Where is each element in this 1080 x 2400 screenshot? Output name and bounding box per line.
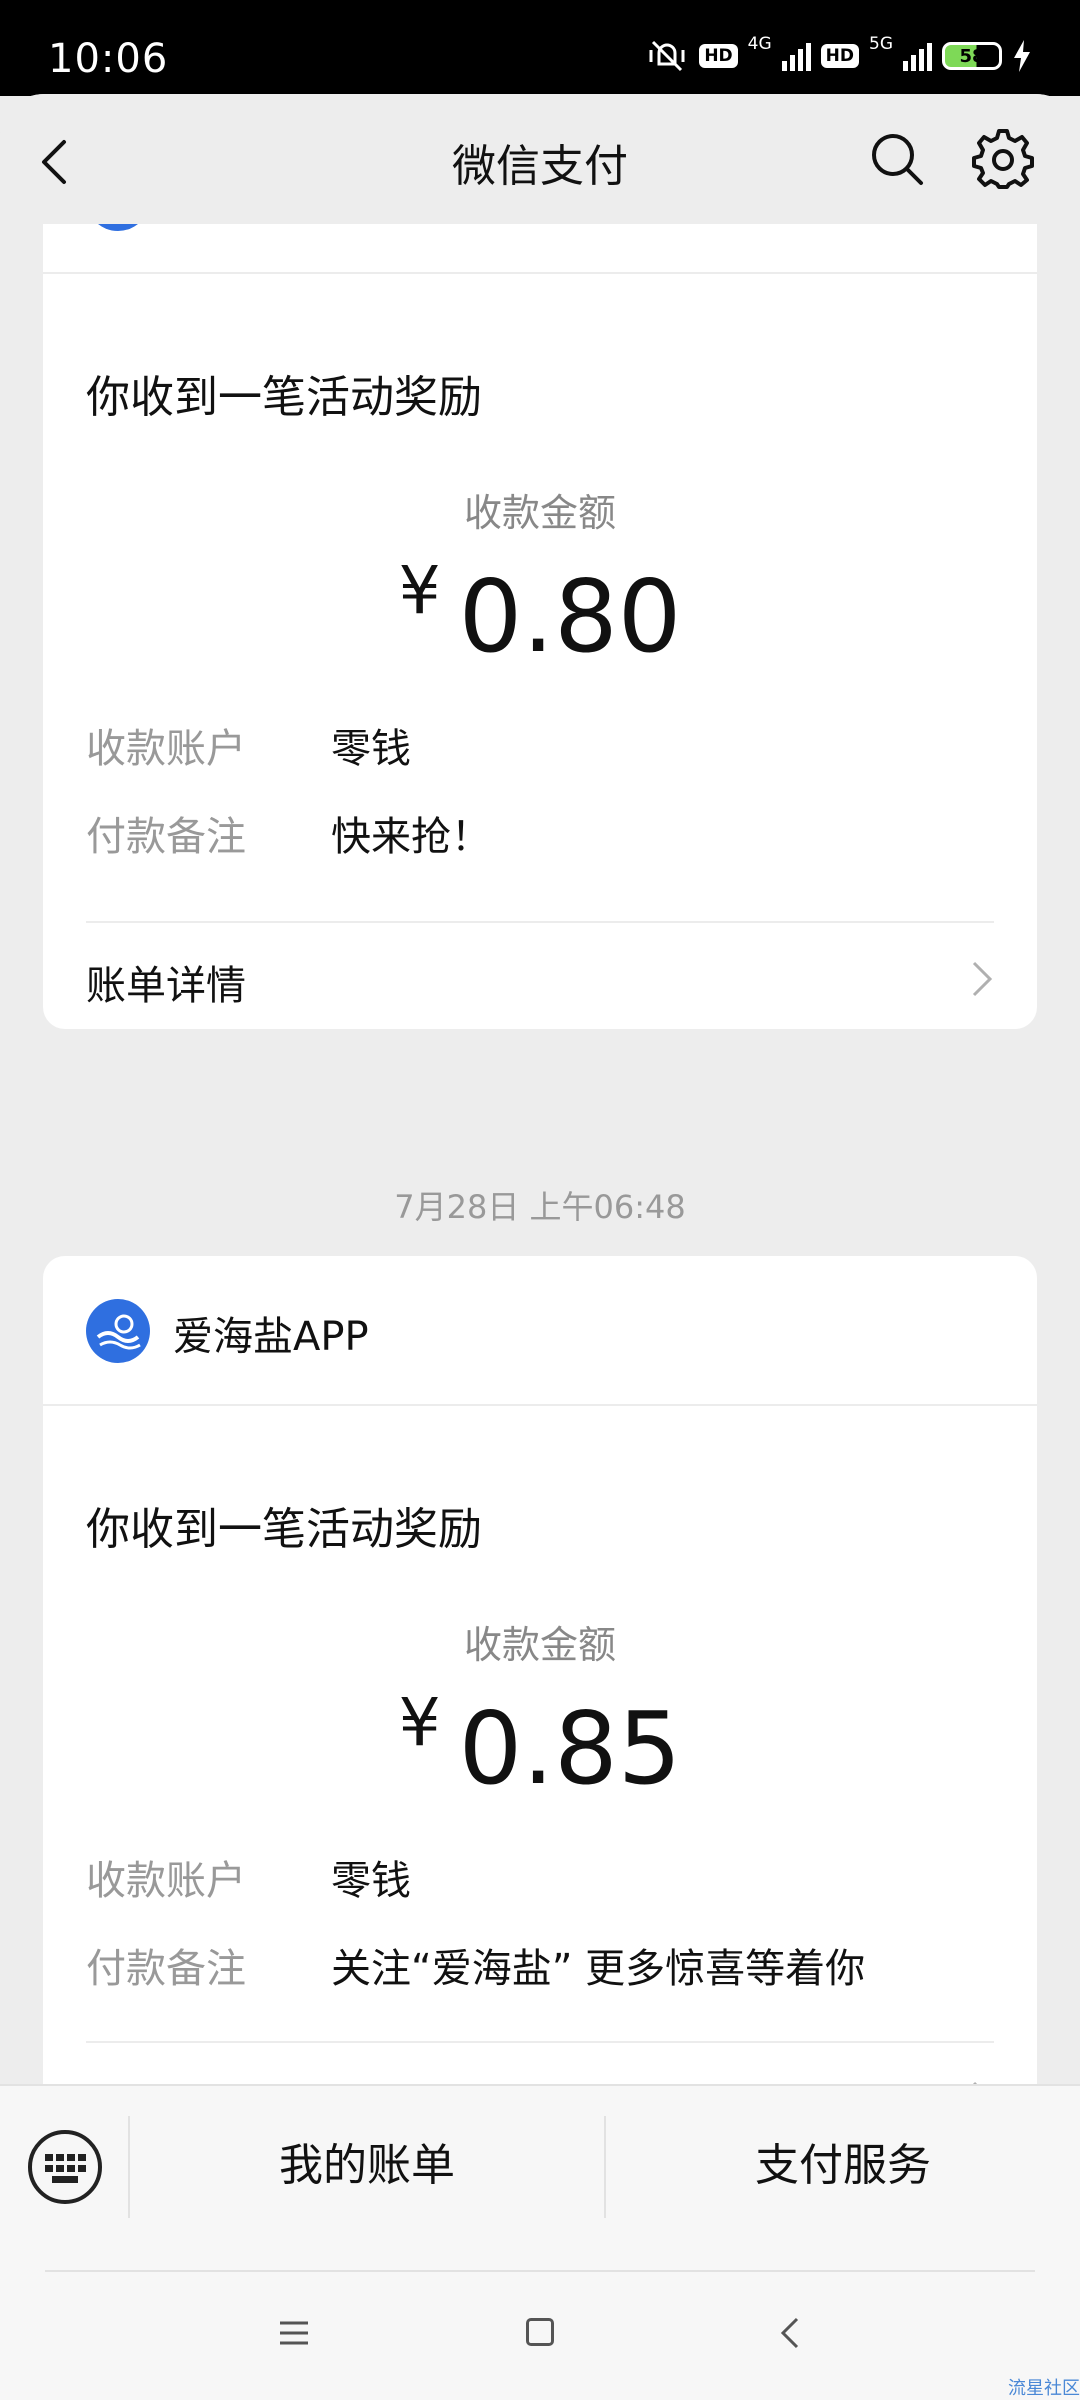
- card-message: 你收到一笔活动奖励: [86, 372, 482, 423]
- account-row: 收款账户 零钱: [86, 1848, 411, 1906]
- my-bills-button[interactable]: 我的账单: [130, 2086, 604, 2246]
- nav-bar: 微信支付: [0, 94, 1080, 224]
- account-value: 零钱: [331, 726, 411, 772]
- search-icon[interactable]: [868, 130, 926, 188]
- watermark-text: 流星社区: [1008, 2378, 1080, 2399]
- status-time: 10:06: [48, 36, 169, 82]
- pay-services-button[interactable]: 支付服务: [606, 2086, 1080, 2246]
- time-separator: 7月28日 上午06:48: [394, 1188, 686, 1226]
- account-key: 收款账户: [86, 1858, 246, 1904]
- signal-icon: [781, 41, 811, 71]
- merchant-logo: [86, 1299, 150, 1363]
- card-header: [43, 224, 1037, 274]
- bill-detail-link[interactable]: 账单详情: [86, 923, 994, 1031]
- mute-vibrate-icon: [649, 40, 685, 72]
- app-sheet: 微信支付 你收到一笔活动奖励 收款金额 ¥0.80 收款账户 零钱 付款备注 快来抢…: [0, 94, 1080, 2400]
- nav-divider: [45, 2270, 1035, 2272]
- network-5g-label: 5G: [869, 34, 893, 54]
- bill-detail-label: 账单详情: [86, 963, 246, 1009]
- merchant-name: 爱海盐APP: [173, 1314, 369, 1360]
- status-bar: 10:06 HD 4G HD 5G 58: [0, 0, 1080, 96]
- account-key: 收款账户: [86, 726, 246, 772]
- battery-icon: 58: [942, 42, 1002, 70]
- hd-icon: HD: [699, 44, 738, 68]
- chevron-right-icon: [972, 961, 993, 997]
- note-value: 关注“爱海盐” 更多惊喜等着你: [331, 1946, 866, 1992]
- card-header[interactable]: 爱海盐APP: [43, 1256, 1037, 1406]
- note-key: 付款备注: [86, 1946, 246, 1992]
- bottom-menu-bar: 我的账单 支付服务: [0, 2084, 1080, 2270]
- home-icon[interactable]: [526, 2318, 554, 2346]
- account-row: 收款账户 零钱: [86, 716, 411, 774]
- currency-symbol: ¥: [398, 1684, 441, 1761]
- currency-symbol: ¥: [398, 552, 441, 629]
- note-value: 快来抢！: [331, 814, 491, 860]
- merchant-logo: [86, 224, 150, 231]
- payment-card: 爱海盐APP 你收到一笔活动奖励 收款金额 ¥0.85 收款账户 零钱 付款备注 关…: [43, 1256, 1037, 2149]
- note-row: 付款备注 关注“爱海盐” 更多惊喜等着你: [86, 1936, 865, 1994]
- nav-back-icon[interactable]: [780, 2316, 800, 2350]
- account-value: 零钱: [331, 1858, 411, 1904]
- status-icons: HD 4G HD 5G 58: [645, 34, 1032, 74]
- amount-number: 0.85: [458, 1690, 682, 1807]
- amount-value: ¥0.85: [43, 1684, 1037, 1807]
- amount-label: 收款金额: [463, 1623, 616, 1667]
- signal-icon-2: [903, 41, 932, 71]
- payment-card: 你收到一笔活动奖励 收款金额 ¥0.80 收款账户 零钱 付款备注 快来抢！ 账单详…: [43, 224, 1037, 1029]
- amount-number: 0.80: [458, 558, 682, 675]
- system-nav-bar: 流星社区: [0, 2270, 1080, 2400]
- menu-icon[interactable]: [278, 2320, 310, 2346]
- amount-label: 收款金额: [463, 491, 616, 535]
- gear-icon[interactable]: [972, 128, 1034, 190]
- hd-icon-2: HD: [820, 44, 859, 68]
- network-4g-label: 4G: [747, 34, 772, 54]
- keyboard-icon[interactable]: [28, 2130, 102, 2204]
- note-key: 付款备注: [86, 814, 246, 860]
- card-message: 你收到一笔活动奖励: [86, 1504, 482, 1555]
- amount-value: ¥0.80: [43, 552, 1037, 675]
- note-row: 付款备注 快来抢！: [86, 804, 491, 862]
- message-list[interactable]: 你收到一笔活动奖励 收款金额 ¥0.80 收款账户 零钱 付款备注 快来抢！ 账单详…: [0, 224, 1080, 2214]
- charging-bolt-icon: [1014, 40, 1030, 72]
